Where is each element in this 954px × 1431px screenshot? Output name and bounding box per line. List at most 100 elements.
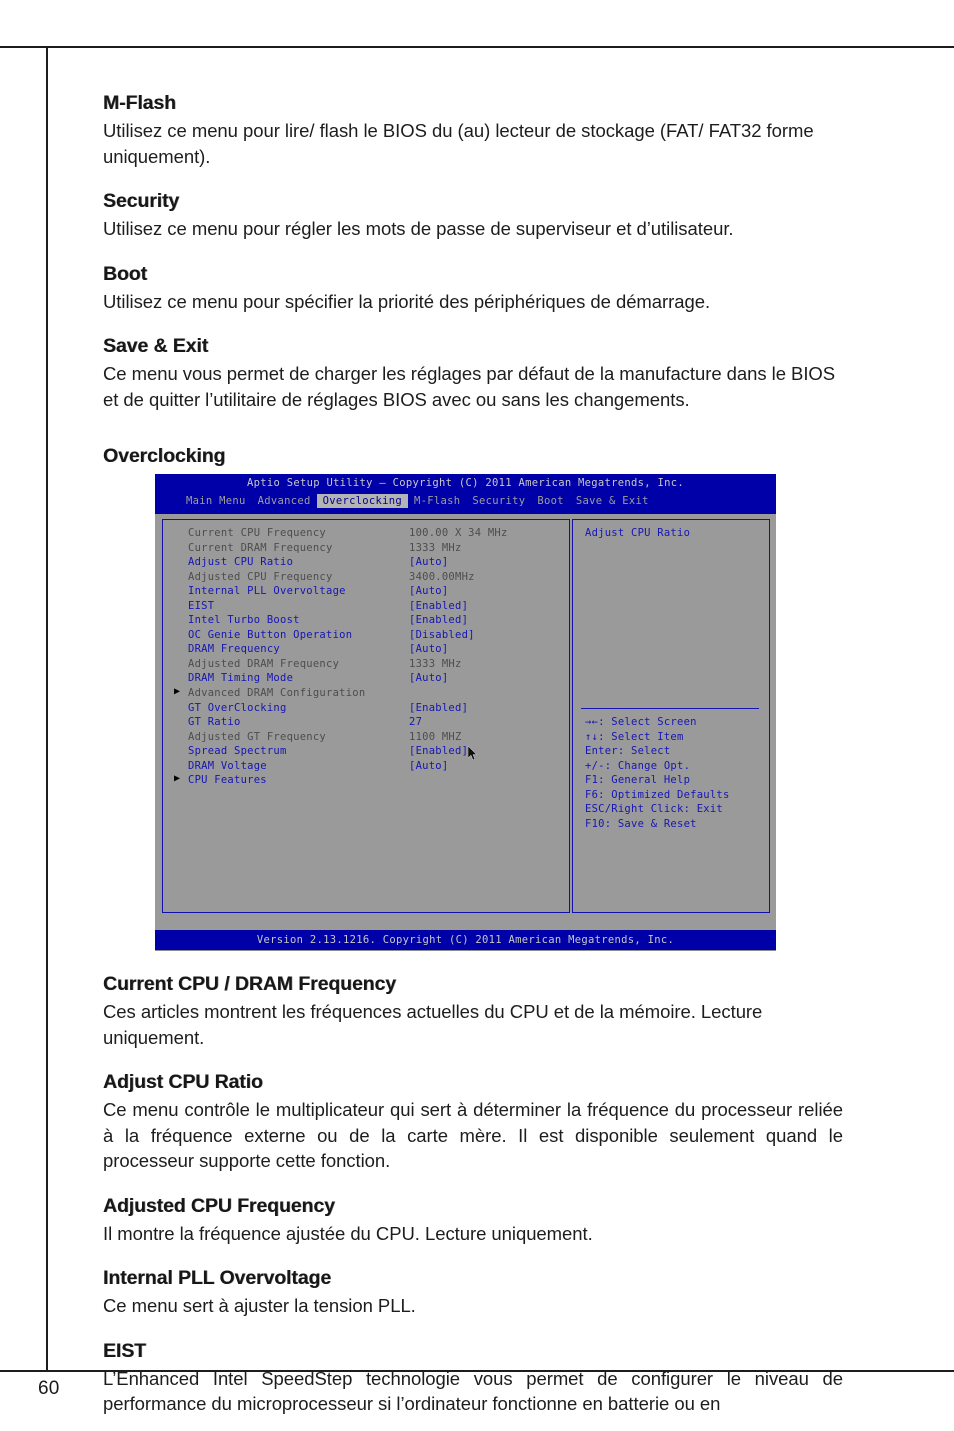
bios-setting-value[interactable]: [Auto]: [409, 760, 448, 772]
bios-help-key: →←: Select Screen: [585, 716, 697, 728]
bios-setting-value[interactable]: [Disabled]: [409, 629, 475, 641]
bios-menubar: Main Menu Advanced Overclocking M-Flash Secu…: [180, 494, 655, 508]
bios-setting-value[interactable]: [Auto]: [409, 556, 448, 568]
submenu-arrow-icon: ▶: [174, 773, 181, 785]
section-heading-current-cpu-dram-frequency: Current CPU / DRAM Frequency: [103, 973, 396, 995]
section-heading-m-flash: M-Flash: [103, 92, 176, 114]
page-content: M-Flash Utilisez ce menu pour lire/ flas…: [103, 92, 843, 1417]
page-border-top: [0, 46, 954, 48]
bios-setting-value[interactable]: [Enabled]: [409, 614, 468, 626]
bios-setting-row[interactable]: Adjusted CPU Frequency 3400.00MHz: [174, 571, 565, 586]
bios-setting-row[interactable]: Adjusted DRAM Frequency 1333 MHz: [174, 658, 565, 673]
bios-help-panel: Adjust CPU Ratio →←: Select Screen ↑↓: Se…: [572, 519, 770, 913]
bios-setting-label: OC Genie Button Operation: [188, 628, 353, 641]
section-body-adjusted-cpu-frequency: Il montre la fréquence ajustée du CPU. L…: [103, 1222, 593, 1244]
bios-menu-tab-save-exit[interactable]: Save & Exit: [570, 494, 655, 508]
bios-menu-tab-security[interactable]: Security: [466, 494, 531, 508]
bios-setting-value[interactable]: [Enabled]: [409, 745, 468, 757]
page-number: 60: [38, 1378, 60, 1399]
bios-setting-value[interactable]: 3400.00MHz: [409, 571, 475, 583]
section-body-security: Utilisez ce menu pour régler les mots de…: [103, 218, 734, 239]
bios-help-key: F10: Save & Reset: [585, 817, 697, 830]
bios-help-separator: [581, 708, 759, 709]
bios-setting-row[interactable]: Current CPU Frequency 100.00 X 34 MHz: [174, 527, 565, 542]
bios-footer-version: Version 2.13.1216. Copyright (C) 2011 Am…: [155, 930, 776, 950]
bios-menu-tab-boot[interactable]: Boot: [531, 494, 570, 508]
bios-setting-label: Adjusted DRAM Frequency: [188, 657, 340, 670]
bios-menu-tab-advanced[interactable]: Advanced: [252, 494, 317, 508]
bios-setting-value[interactable]: 1100 MHZ: [409, 731, 462, 743]
bios-help-key: F6: Optimized Defaults: [585, 788, 730, 801]
bios-setting-row[interactable]: DRAM Voltage [Auto]: [174, 760, 565, 775]
bios-menu-tab-m-flash[interactable]: M-Flash: [408, 494, 466, 508]
bios-setting-label: Advanced DRAM Configuration: [188, 687, 366, 700]
bios-setting-row[interactable]: Intel Turbo Boost [Enabled]: [174, 614, 565, 629]
bios-setting-row[interactable]: GT OverClocking [Enabled]: [174, 702, 565, 717]
bios-body: Current CPU Frequency 100.00 X 34 MHz Curr…: [155, 514, 776, 923]
bios-setting-label: CPU Features: [188, 774, 267, 787]
page-border-left: [46, 46, 48, 1372]
section-heading-boot: Boot: [103, 262, 147, 285]
bios-setting-row[interactable]: ▶ CPU Features: [174, 773, 565, 789]
section-body-current-cpu-dram-frequency: Ces articles montrent les fréquences act…: [103, 1001, 763, 1048]
section-heading-internal-pll-overvoltage: Internal PLL Overvoltage: [103, 1267, 332, 1289]
section-heading-eist: EIST: [103, 1339, 146, 1362]
section-body-boot: Utilisez ce menu pour spécifier la prior…: [103, 290, 711, 312]
bios-setting-label: Spread Spectrum: [188, 745, 287, 758]
bios-setting-value[interactable]: [Auto]: [409, 585, 448, 597]
bios-title-text: Aptio Setup Utility – Copyright (C) 2011…: [246, 477, 685, 489]
bios-setting-label: Adjusted GT Frequency: [188, 730, 327, 743]
bios-help-key: ESC/Right Click: Exit: [585, 803, 724, 816]
bios-setting-label: Adjust CPU Ratio: [188, 556, 294, 569]
bios-setting-row[interactable]: Adjusted GT Frequency 1100 MHZ: [174, 731, 565, 746]
bios-setting-label: Current CPU Frequency: [188, 527, 327, 539]
bios-setting-label: Internal PLL Overvoltage: [188, 585, 346, 598]
bios-setting-value[interactable]: [Enabled]: [409, 600, 468, 612]
bios-menu-tab-main-menu[interactable]: Main Menu: [180, 494, 252, 508]
bios-setting-row[interactable]: Adjust CPU Ratio [Auto]: [174, 556, 565, 571]
bios-setting-value[interactable]: [Auto]: [409, 643, 448, 655]
section-body-internal-pll-overvoltage: Ce menu sert à ajuster la tension PLL.: [103, 1295, 416, 1316]
bios-setting-value[interactable]: [Enabled]: [409, 702, 468, 714]
section-heading-security: Security: [103, 190, 180, 212]
bios-setting-label: DRAM Timing Mode: [188, 672, 294, 685]
bios-setting-label: EIST: [188, 599, 215, 612]
bios-setting-row[interactable]: Spread Spectrum [Enabled]: [174, 745, 565, 760]
bios-setting-row[interactable]: ▶ Advanced DRAM Configuration: [174, 686, 565, 702]
bios-setting-label: DRAM Voltage: [188, 759, 267, 772]
bios-setting-label: GT Ratio: [188, 716, 241, 729]
bios-titlebar: Aptio Setup Utility – Copyright (C) 2011…: [155, 474, 776, 514]
bios-setting-value[interactable]: 1333 MHz: [409, 658, 462, 670]
section-body-save-exit: Ce menu vous permet de charger les régla…: [103, 363, 836, 410]
bios-setting-value[interactable]: 1333 MHz: [409, 542, 462, 554]
bios-setting-row[interactable]: Internal PLL Overvoltage [Auto]: [174, 585, 565, 600]
section-heading-adjusted-cpu-frequency: Adjusted CPU Frequency: [103, 1194, 335, 1217]
bios-settings-panel: Current CPU Frequency 100.00 X 34 MHz Curr…: [162, 519, 570, 913]
section-heading-save-exit: Save & Exit: [103, 335, 209, 357]
section-body-adjust-cpu-ratio: Ce menu contrôle le multiplicateur qui s…: [103, 1099, 843, 1171]
bios-setting-label: GT OverClocking: [188, 701, 287, 714]
section-heading-overclocking: Overclocking: [103, 445, 226, 467]
bios-help-key: ↑↓: Select Item: [585, 730, 684, 743]
bios-setting-label: DRAM Frequency: [188, 643, 281, 656]
bios-help-title: Adjust CPU Ratio: [585, 527, 691, 539]
bios-help-key: Enter: Select: [585, 745, 671, 758]
section-body-eist: L’Enhanced Intel SpeedStep technologie v…: [103, 1367, 843, 1415]
bios-setting-value[interactable]: 100.00 X 34 MHz: [409, 527, 508, 539]
bios-setting-row[interactable]: Current DRAM Frequency 1333 MHz: [174, 542, 565, 557]
bios-setting-value[interactable]: [Auto]: [409, 672, 448, 684]
section-heading-adjust-cpu-ratio: Adjust CPU Ratio: [103, 1071, 263, 1093]
bios-setting-label: Current DRAM Frequency: [188, 541, 333, 554]
bios-setting-row[interactable]: DRAM Timing Mode [Auto]: [174, 672, 565, 687]
bios-footer-spacer: [155, 923, 776, 930]
bios-setting-row[interactable]: EIST [Enabled]: [174, 600, 565, 615]
bios-menu-tab-overclocking[interactable]: Overclocking: [316, 494, 409, 508]
bios-settings-list: Current CPU Frequency 100.00 X 34 MHz Curr…: [174, 527, 565, 789]
bios-setting-row[interactable]: GT Ratio 27: [174, 716, 565, 731]
bios-setting-row[interactable]: OC Genie Button Operation [Disabled]: [174, 629, 565, 644]
bios-screenshot: Aptio Setup Utility – Copyright (C) 2011…: [155, 474, 776, 951]
bios-setting-value[interactable]: 27: [409, 716, 422, 728]
bios-setting-row[interactable]: DRAM Frequency [Auto]: [174, 643, 565, 658]
